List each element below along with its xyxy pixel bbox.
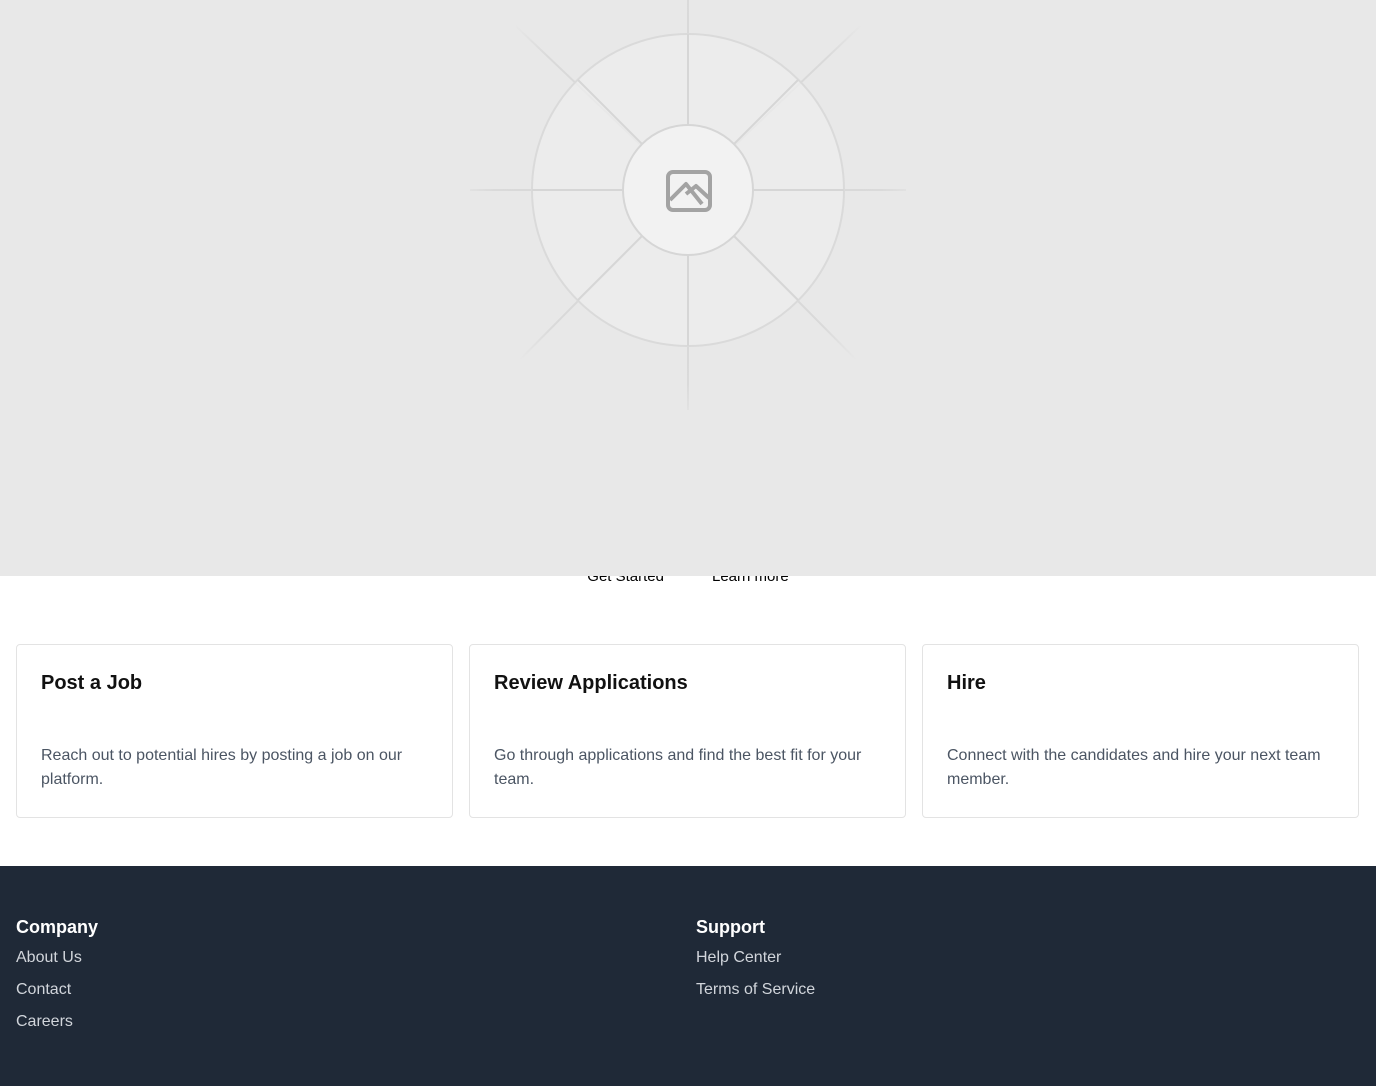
footer-link-item: Terms of Service	[696, 980, 815, 1012]
footer-link-terms-of-service[interactable]: Terms of Service	[696, 981, 815, 998]
card-description: Go through applications and find the bes…	[494, 747, 862, 788]
image-placeholder-graphic	[469, 0, 907, 411]
hero-image-placeholder	[0, 0, 1376, 576]
footer-column-support: Support Help Center Terms of Service	[696, 917, 815, 1012]
feature-card-hire: Hire Connect with the candidates and hir…	[922, 644, 1359, 818]
card-description: Reach out to potential hires by posting …	[41, 747, 403, 788]
footer-link-help-center[interactable]: Help Center	[696, 949, 781, 966]
card-title: Post a Job	[41, 672, 143, 694]
card-title: Review Applications	[494, 672, 688, 694]
footer-link-item: Help Center	[696, 948, 815, 980]
feature-card-post-job: Post a Job Reach out to potential hires …	[16, 644, 453, 818]
feature-cards: Post a Job Reach out to potential hires …	[16, 644, 1360, 818]
footer-links: Help Center Terms of Service	[696, 948, 815, 1012]
hero-section: Get Started Learn more	[0, 0, 1376, 600]
footer-heading: Support	[696, 917, 765, 937]
site-footer: Company About Us Contact Careers Support…	[0, 866, 1376, 1086]
footer-column-company: Company About Us Contact Careers	[16, 917, 98, 1044]
footer-link-item: Careers	[16, 1012, 98, 1044]
footer-heading: Company	[16, 917, 99, 937]
footer-link-about-us[interactable]: About Us	[16, 949, 82, 966]
feature-card-review-applications: Review Applications Go through applicati…	[469, 644, 906, 818]
footer-link-contact[interactable]: Contact	[16, 981, 71, 998]
footer-link-careers[interactable]: Careers	[16, 1013, 73, 1030]
footer-link-item: Contact	[16, 980, 98, 1012]
footer-link-item: About Us	[16, 948, 98, 980]
card-title: Hire	[947, 672, 986, 694]
footer-links: About Us Contact Careers	[16, 948, 98, 1044]
card-description: Connect with the candidates and hire you…	[947, 747, 1321, 788]
